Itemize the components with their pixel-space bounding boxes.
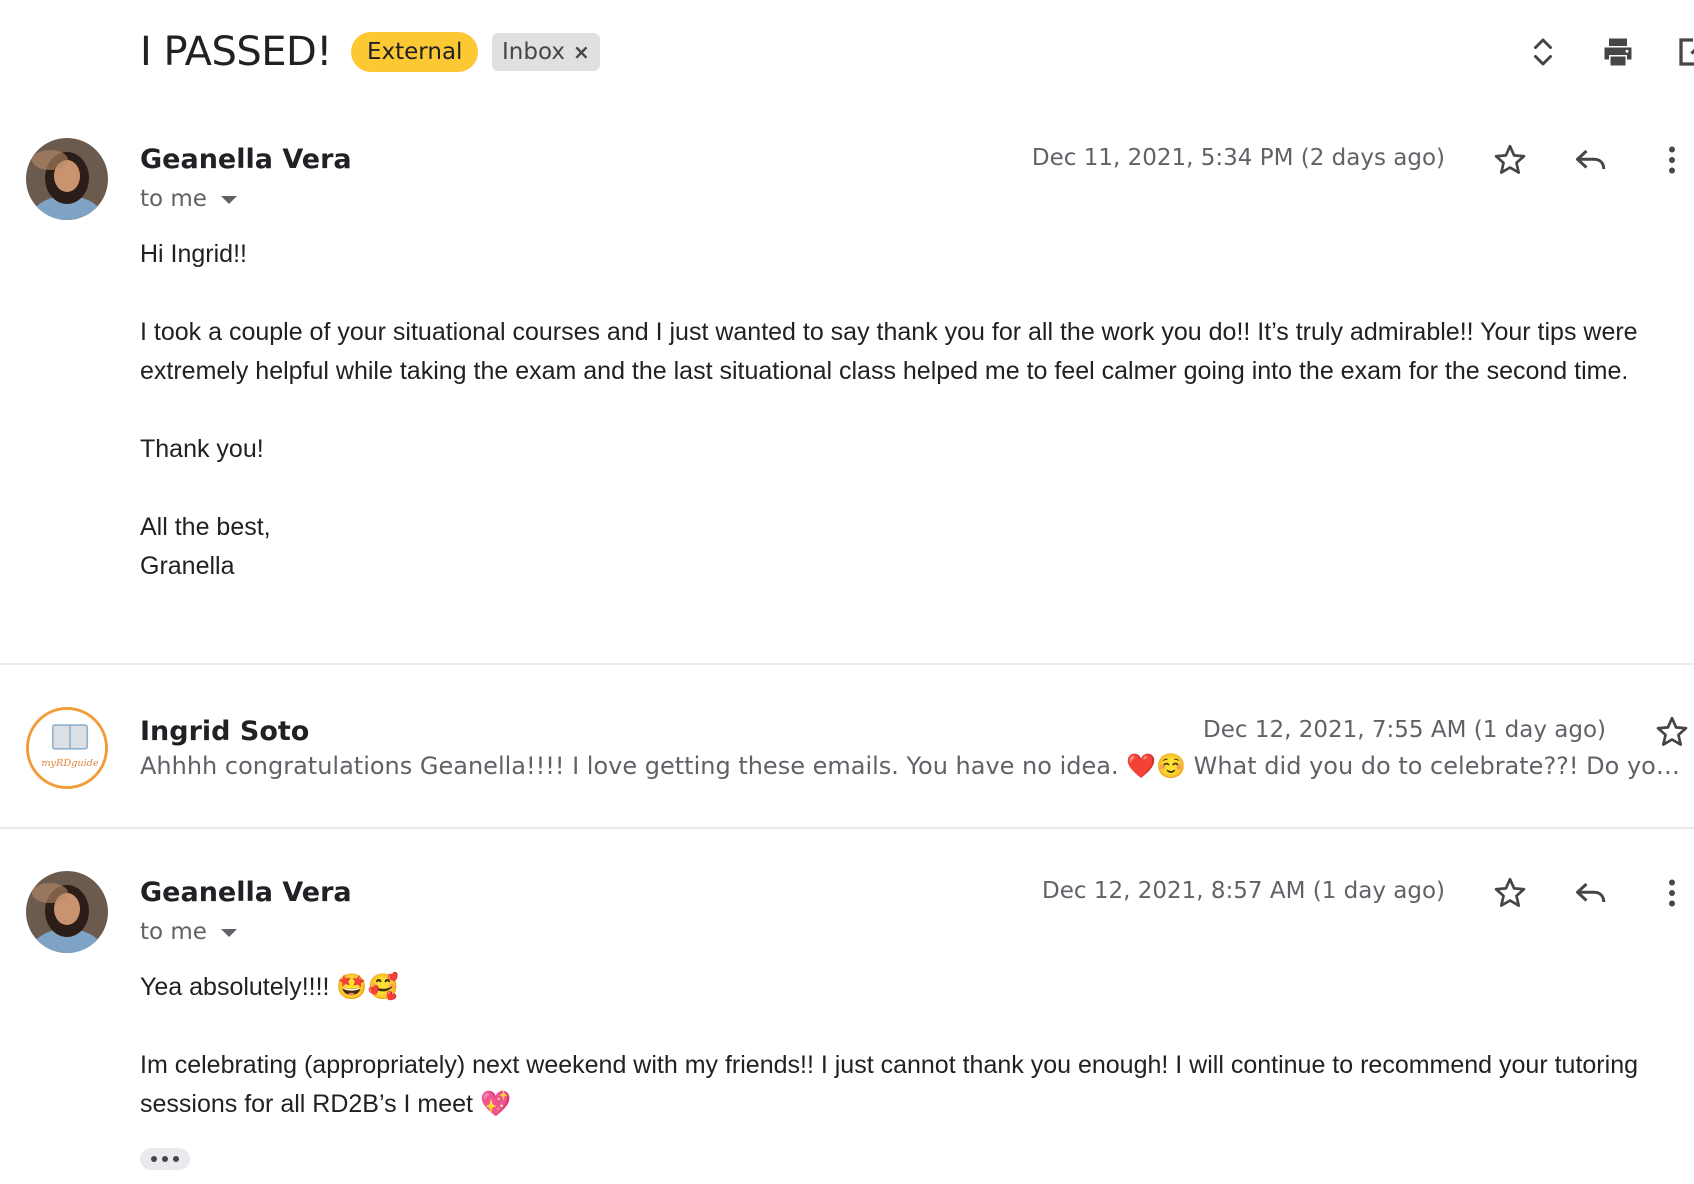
- label-external[interactable]: External: [351, 32, 479, 72]
- recipient-label: to me: [140, 919, 207, 945]
- thread-header: I PASSED! External Inbox ×: [0, 0, 1694, 100]
- thread-subject: I PASSED!: [140, 29, 332, 75]
- message-divider: [0, 827, 1694, 829]
- print-icon[interactable]: [1596, 30, 1640, 74]
- remove-label-icon[interactable]: ×: [573, 40, 590, 64]
- message-date: Dec 11, 2021, 5:34 PM (2 days ago): [1031, 145, 1445, 171]
- recipient-label: to me: [140, 186, 207, 212]
- star-icon[interactable]: [1650, 710, 1694, 754]
- reply-icon[interactable]: [1569, 871, 1613, 915]
- dot-icon: [151, 1156, 157, 1162]
- reply-icon[interactable]: [1569, 138, 1613, 182]
- recipient-dropdown[interactable]: to me: [140, 186, 237, 212]
- body-paragraph: I took a couple of your situational cour…: [140, 318, 1638, 385]
- message-body: Hi Ingrid!! I took a couple of your situ…: [140, 235, 1670, 586]
- avatar: myRDguide: [26, 707, 108, 789]
- expand-collapse-icon[interactable]: [1521, 30, 1565, 74]
- more-vert-icon[interactable]: [1650, 871, 1694, 915]
- sender-name[interactable]: Geanella Vera: [140, 877, 352, 908]
- caret-down-icon: [220, 196, 237, 204]
- body-thanks: Thank you!: [140, 435, 264, 463]
- body-paragraph: Im celebrating (appropriately) next week…: [140, 1051, 1638, 1118]
- show-trimmed-content-button[interactable]: [140, 1148, 190, 1170]
- star-icon[interactable]: [1488, 138, 1532, 182]
- avatar: [26, 138, 108, 220]
- more-vert-icon[interactable]: [1650, 138, 1694, 182]
- body-signature: Granella: [140, 552, 235, 580]
- dot-icon: [173, 1156, 179, 1162]
- message-date: Dec 12, 2021, 8:57 AM (1 day ago): [1042, 878, 1445, 904]
- body-line: Yea absolutely!!!! 🤩🥰: [140, 973, 399, 1001]
- label-inbox-text: Inbox: [502, 39, 565, 65]
- body-greeting: Hi Ingrid!!: [140, 240, 247, 268]
- body-closing: All the best,: [140, 513, 271, 541]
- recipient-dropdown[interactable]: to me: [140, 919, 237, 945]
- sender-name[interactable]: Geanella Vera: [140, 144, 352, 175]
- caret-down-icon: [220, 929, 237, 937]
- message-divider: [0, 663, 1694, 665]
- label-inbox[interactable]: Inbox ×: [492, 33, 600, 71]
- avatar-logo-text: myRDguide: [41, 758, 99, 769]
- message-date: Dec 12, 2021, 7:55 AM (1 day ago): [1203, 717, 1606, 743]
- message-body: Yea absolutely!!!! 🤩🥰 Im celebrating (ap…: [140, 968, 1670, 1124]
- dot-icon: [162, 1156, 168, 1162]
- sender-name[interactable]: Ingrid Soto: [140, 716, 309, 747]
- avatar: [26, 871, 108, 953]
- message-snippet: Ahhhh congratulations Geanella!!!! I lov…: [140, 752, 1685, 780]
- star-icon[interactable]: [1488, 871, 1532, 915]
- open-in-new-window-icon[interactable]: [1671, 30, 1694, 74]
